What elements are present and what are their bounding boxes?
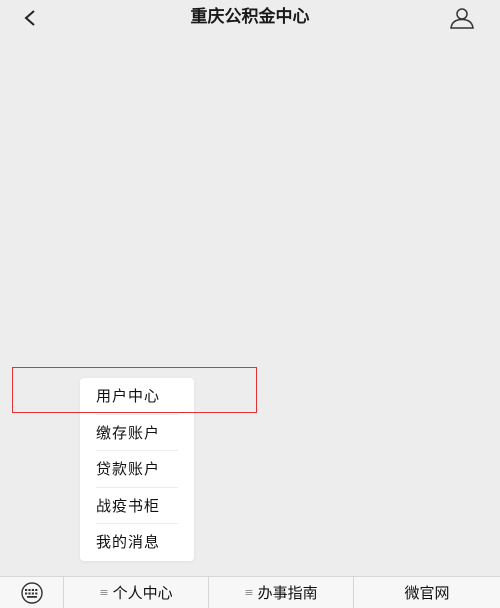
tab-micro-website[interactable]: 微官网 bbox=[354, 577, 500, 608]
bottom-menu-bar: ≡ 个人中心 ≡ 办事指南 微官网 bbox=[0, 576, 500, 608]
submenu-indicator-icon: ≡ bbox=[244, 586, 254, 599]
tab-label: 办事指南 bbox=[257, 584, 318, 602]
tab-service-guide[interactable]: ≡ 办事指南 bbox=[209, 577, 354, 608]
keyboard-icon bbox=[20, 581, 43, 604]
user-icon bbox=[450, 8, 474, 29]
submenu-item-my-messages[interactable]: 我的消息 bbox=[96, 524, 178, 561]
submenu-item-loan-account[interactable]: 贷款账户 bbox=[96, 451, 178, 488]
personal-center-submenu: 用户中心 缴存账户 贷款账户 战疫书柜 我的消息 bbox=[80, 378, 194, 561]
keyboard-toggle-button[interactable] bbox=[0, 577, 64, 608]
user-profile-button[interactable] bbox=[448, 4, 476, 32]
tab-personal-center[interactable]: ≡ 个人中心 bbox=[64, 577, 209, 608]
tab-label: 微官网 bbox=[404, 584, 450, 602]
top-nav-bar: 重庆公积金中心 bbox=[0, 0, 500, 36]
submenu-item-bookshelf[interactable]: 战疫书柜 bbox=[96, 488, 178, 524]
tab-label: 个人中心 bbox=[112, 584, 173, 602]
submenu-item-user-center[interactable]: 用户中心 bbox=[96, 378, 178, 415]
submenu-item-deposit-account[interactable]: 缴存账户 bbox=[96, 415, 178, 451]
page-title: 重庆公积金中心 bbox=[190, 7, 310, 27]
submenu-indicator-icon: ≡ bbox=[99, 586, 109, 599]
